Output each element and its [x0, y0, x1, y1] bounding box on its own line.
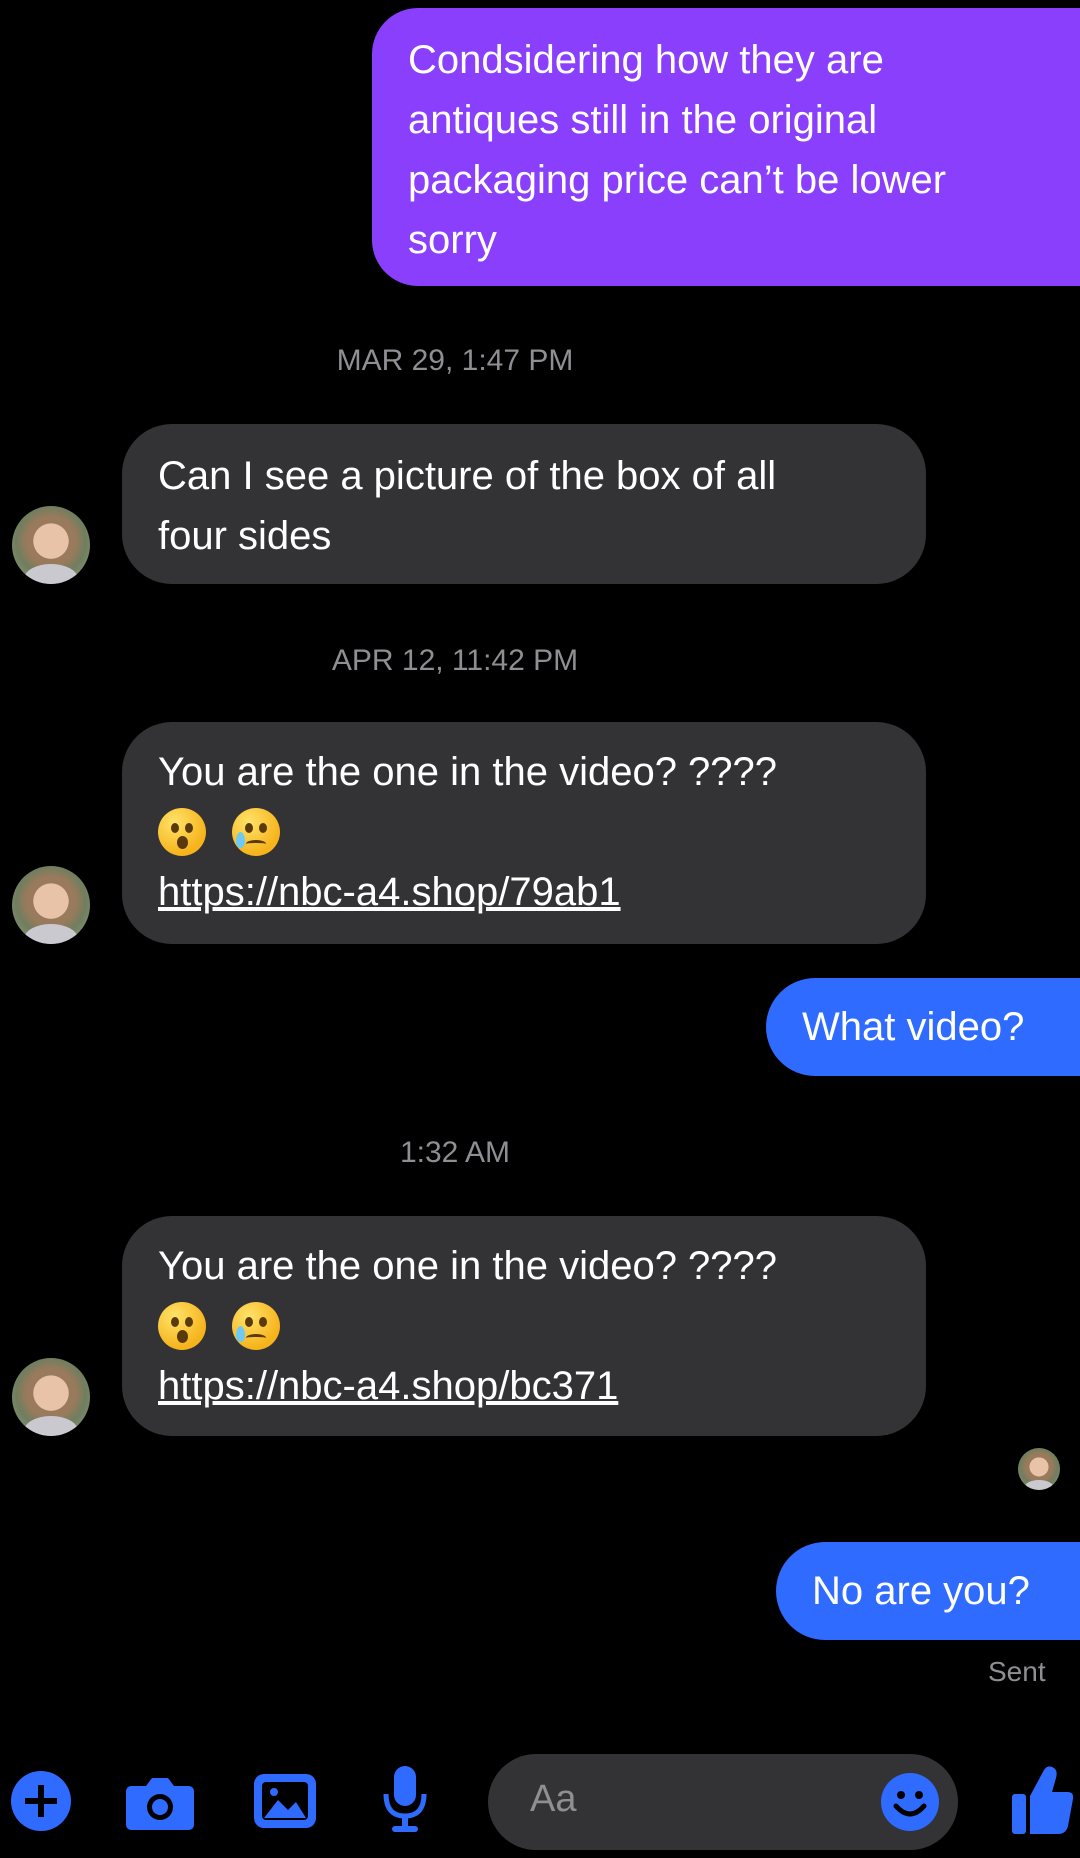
incoming-message-bubble[interactable]: You are the one in the video? ???? https…: [122, 1216, 926, 1436]
crying-face-icon: [232, 1302, 280, 1350]
sent-status-label: Sent: [988, 1656, 1046, 1687]
outgoing-message-bubble[interactable]: Condsidering how they are antiques still…: [372, 8, 1080, 286]
sender-avatar[interactable]: [12, 506, 90, 584]
message-text: four sides: [158, 514, 332, 558]
message-text: You are the one in the video? ????: [158, 750, 778, 794]
timestamp: APR 12, 11:42 PM: [331, 644, 579, 677]
camera-icon[interactable]: [124, 1772, 196, 1832]
message-text: packaging price can’t be lower: [408, 158, 947, 202]
thumbs-up-icon[interactable]: [1010, 1762, 1074, 1836]
microphone-icon[interactable]: [380, 1764, 430, 1836]
gallery-icon[interactable]: [252, 1770, 318, 1832]
read-receipt-avatar: [1018, 1448, 1060, 1490]
message-link[interactable]: https://nbc-a4.shop/79ab1: [158, 862, 890, 922]
timestamp: 1:32 AM: [399, 1136, 511, 1169]
message-text: You are the one in the video? ????: [158, 1244, 778, 1288]
sender-avatar[interactable]: [12, 1358, 90, 1436]
message-input-placeholder: Aa: [530, 1778, 577, 1820]
emoji-row: [158, 802, 890, 862]
timestamp: MAR 29, 1:47 PM: [336, 344, 574, 377]
astonished-face-icon: [158, 808, 206, 856]
sender-avatar[interactable]: [12, 866, 90, 944]
plus-icon[interactable]: [10, 1770, 72, 1832]
message-text: antiques still in the original: [408, 98, 878, 142]
outgoing-message-bubble[interactable]: What video?: [766, 978, 1080, 1076]
emoji-icon[interactable]: [880, 1772, 940, 1832]
message-text: Can I see a picture of the box of all: [158, 454, 777, 498]
message-text: What video?: [802, 1005, 1025, 1049]
incoming-message-bubble[interactable]: You are the one in the video? ???? https…: [122, 722, 926, 944]
message-input[interactable]: Aa: [488, 1754, 958, 1850]
astonished-face-icon: [158, 1302, 206, 1350]
message-link[interactable]: https://nbc-a4.shop/bc371: [158, 1356, 890, 1416]
message-text: No are you?: [812, 1569, 1030, 1613]
message-text: Condsidering how they are: [408, 38, 884, 82]
incoming-message-bubble[interactable]: Can I see a picture of the box of all fo…: [122, 424, 926, 584]
emoji-row: [158, 1296, 890, 1356]
message-text: sorry: [408, 218, 497, 262]
crying-face-icon: [232, 808, 280, 856]
outgoing-message-bubble[interactable]: No are you?: [776, 1542, 1080, 1640]
